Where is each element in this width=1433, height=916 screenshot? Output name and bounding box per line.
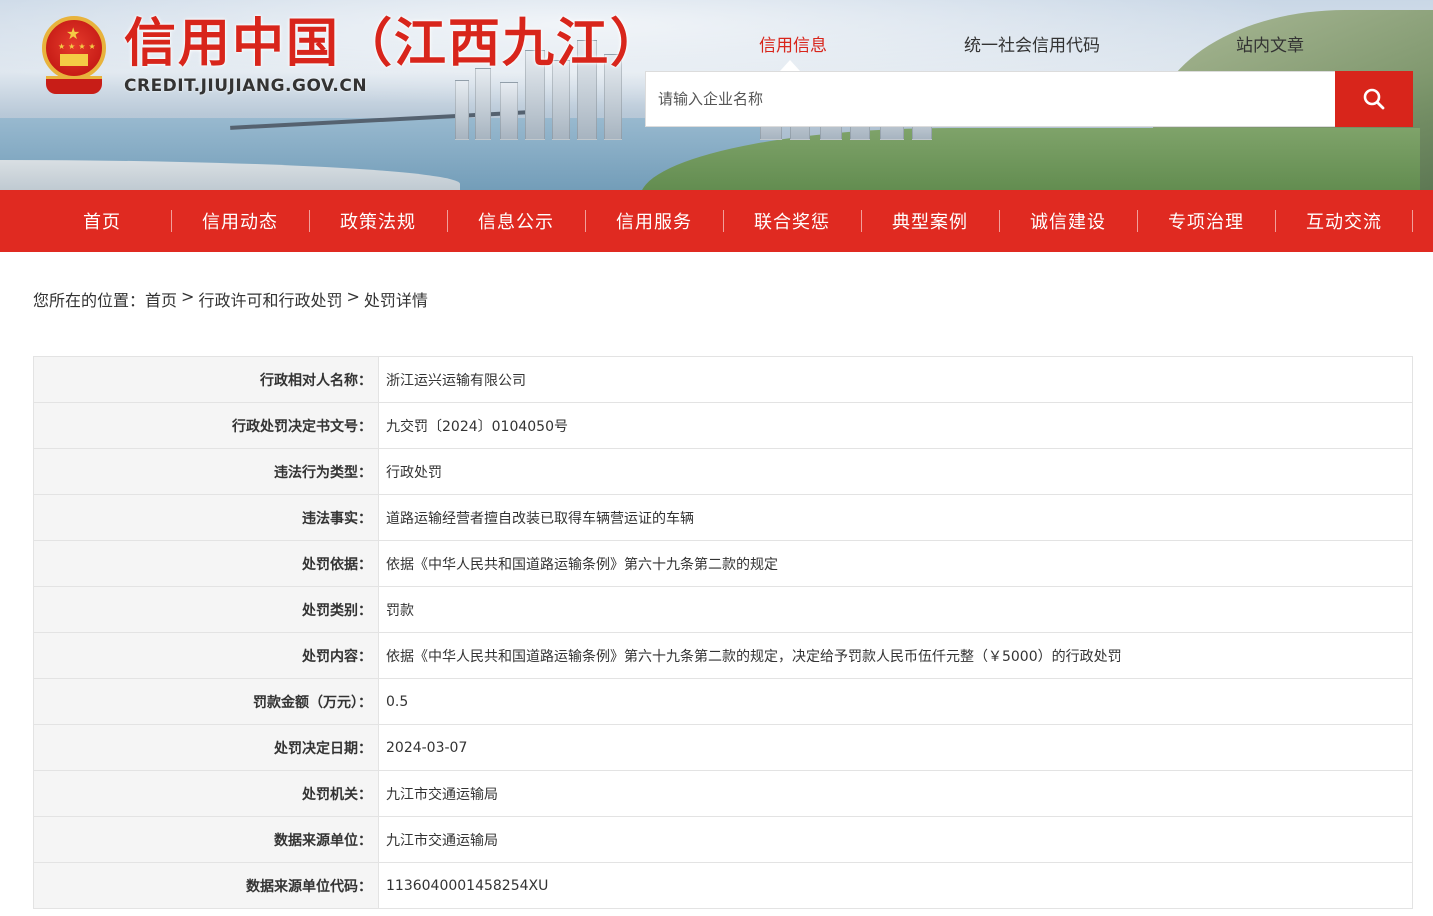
field-label: 行政处罚决定书文号： [33,402,379,449]
nav-item-home[interactable]: 首页 [33,190,171,252]
active-tab-caret [780,60,800,71]
table-row: 处罚依据： 依据《中华人民共和国道路运输条例》第六十九条第二款的规定 [33,540,1413,587]
table-row: 罚款金额（万元）： 0.5 [33,678,1413,725]
table-row: 行政相对人名称： 浙江运兴运输有限公司 [33,356,1413,403]
field-label: 违法行为类型： [33,448,379,495]
table-row: 处罚机关： 九江市交通运输局 [33,770,1413,817]
breadcrumb-separator: > [181,287,195,306]
breadcrumb-current: 处罚详情 [363,291,428,310]
breadcrumb-prefix: 您所在的位置： [33,291,146,310]
breadcrumb-home[interactable]: 首页 [145,287,177,311]
logo-text: 信用中国（江西九江） CREDIT.JIUJIANG.GOV.CN [124,14,664,96]
main-nav: 首页 信用动态 政策法规 信息公示 信用服务 联合奖惩 典型案例 诚信建设 专项… [0,190,1433,252]
field-value: 浙江运兴运输有限公司 [378,356,1413,403]
nav-item-special-governance[interactable]: 专项治理 [1137,190,1275,252]
field-value: 依据《中华人民共和国道路运输条例》第六十九条第二款的规定 [378,540,1413,587]
tab-site-articles[interactable]: 站内文章 [1236,31,1304,56]
site-logo[interactable]: ★ ★★★★ 信用中国（江西九江） CREDIT.JIUJIANG.GOV.CN [34,14,664,98]
tab-credit-info[interactable]: 信用信息 [759,31,827,56]
breadcrumb-licensing-penalty[interactable]: 行政许可和行政处罚 [198,287,342,311]
table-row: 处罚类别： 罚款 [33,586,1413,633]
table-row: 数据来源单位： 九江市交通运输局 [33,816,1413,863]
nav-item-credit-services[interactable]: 信用服务 [585,190,723,252]
search-input[interactable] [645,71,1335,127]
penalty-detail-table: 行政相对人名称： 浙江运兴运输有限公司 行政处罚决定书文号： 九交罚〔2024〕01… [33,356,1413,909]
field-label: 数据来源单位代码： [33,862,379,909]
tab-credit-code[interactable]: 统一社会信用代码 [964,31,1100,56]
search-icon [1363,88,1385,110]
table-row: 违法行为类型： 行政处罚 [33,448,1413,495]
table-row: 违法事实： 道路运输经营者擅自改装已取得车辆营运证的车辆 [33,494,1413,541]
site-title: 信用中国（江西九江） [124,14,665,74]
field-label: 处罚类别： [33,586,379,633]
field-value: 九江市交通运输局 [378,816,1413,863]
field-label: 违法事实： [33,494,379,541]
search-button[interactable] [1335,71,1413,127]
nav-item-interaction[interactable]: 互动交流 [1275,190,1413,252]
breadcrumb-separator: > [346,287,360,306]
field-label: 行政相对人名称： [33,356,379,403]
nav-item-policies[interactable]: 政策法规 [309,190,447,252]
table-row: 处罚内容： 依据《中华人民共和国道路运输条例》第六十九条第二款的规定，决定给予罚款… [33,632,1413,679]
field-value: 罚款 [378,586,1413,633]
table-row: 行政处罚决定书文号： 九交罚〔2024〕0104050号 [33,402,1413,449]
nav-item-info-disclosure[interactable]: 信息公示 [447,190,585,252]
field-value: 九交罚〔2024〕0104050号 [378,402,1413,449]
field-label: 处罚内容： [33,632,379,679]
field-value: 2024-03-07 [378,724,1413,771]
field-value: 九江市交通运输局 [378,770,1413,817]
field-label: 数据来源单位： [33,816,379,863]
nav-item-joint-rewards[interactable]: 联合奖惩 [723,190,861,252]
field-label: 罚款金额（万元）： [33,678,379,725]
field-label: 处罚决定日期： [33,724,379,771]
national-emblem-icon: ★ ★★★★ [34,14,114,98]
field-value: 行政处罚 [378,448,1413,495]
field-label: 处罚机关： [33,770,379,817]
table-row: 数据来源单位代码： 11360400014582​54XU [33,862,1413,909]
table-row: 处罚决定日期： 2024-03-07 [33,724,1413,771]
header-banner: ★ ★★★★ 信用中国（江西九江） CREDIT.JIUJIANG.GOV.CN… [0,0,1433,190]
nav-item-integrity[interactable]: 诚信建设 [999,190,1137,252]
site-url: CREDIT.JIUJIANG.GOV.CN [124,76,368,96]
field-value: 0.5 [378,678,1413,725]
field-value: 道路运输经营者擅自改装已取得车辆营运证的车辆 [378,494,1413,541]
field-value: 11360400014582​54XU [378,862,1413,909]
nav-item-credit-news[interactable]: 信用动态 [171,190,309,252]
search-box [645,71,1413,127]
field-label: 处罚依据： [33,540,379,587]
field-value: 依据《中华人民共和国道路运输条例》第六十九条第二款的规定，决定给予罚款人民币伍仟… [378,632,1413,679]
nav-item-typical-cases[interactable]: 典型案例 [861,190,999,252]
breadcrumb: 您所在的位置： 首页 > 行政许可和行政处罚 > 处罚详情 [33,287,428,311]
